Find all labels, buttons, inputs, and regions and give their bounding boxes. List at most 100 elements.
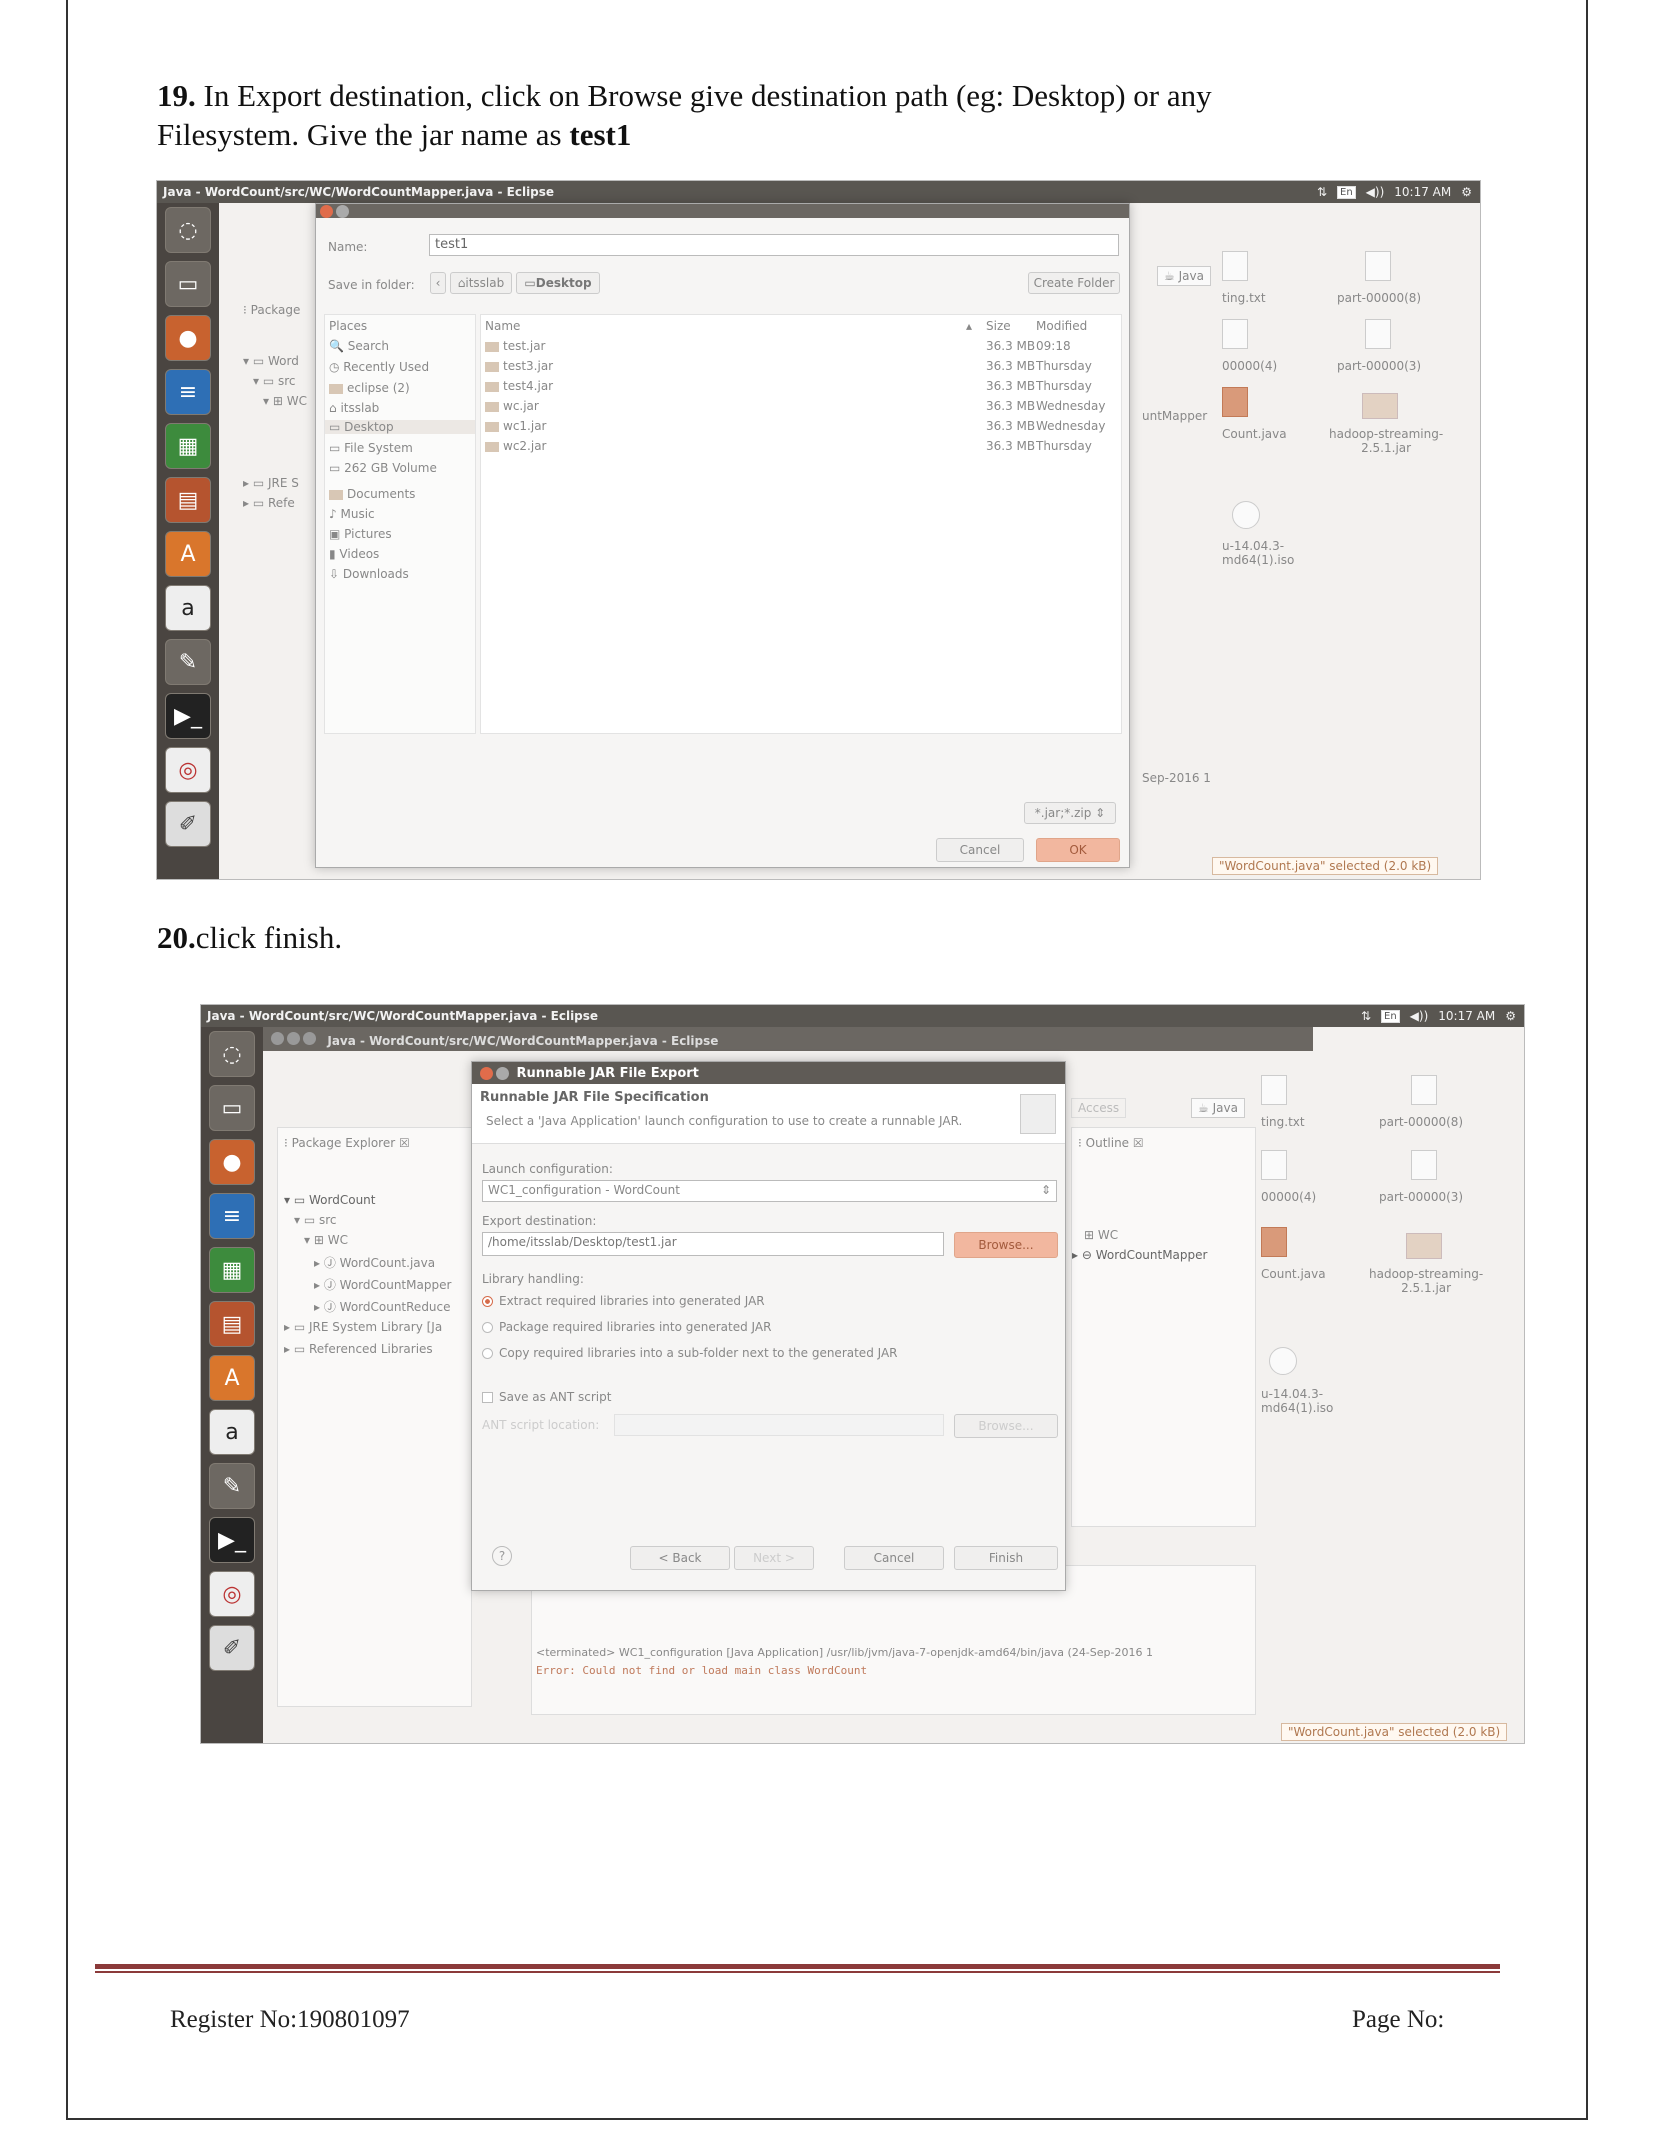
text-file-icon[interactable]: [1365, 319, 1391, 349]
option-extract[interactable]: Extract required libraries into generate…: [482, 1294, 765, 1308]
gear-icon[interactable]: ⚙: [1505, 1009, 1516, 1023]
maximize-icon[interactable]: [303, 1032, 316, 1045]
radio-selected[interactable]: [482, 1296, 493, 1307]
option-copy[interactable]: Copy required libraries into a sub-folde…: [482, 1346, 898, 1360]
desktop-file-count-java[interactable]: Count.java: [1222, 427, 1287, 441]
software-center-icon[interactable]: A: [165, 531, 211, 577]
radio[interactable]: [482, 1348, 493, 1359]
text-file-icon[interactable]: [1222, 251, 1248, 281]
place-eclipse[interactable]: eclipse (2): [329, 381, 410, 395]
ubuntu-logo-icon[interactable]: ◌: [165, 207, 211, 253]
terminal-icon[interactable]: ▶_: [165, 693, 211, 739]
outline-tab[interactable]: ⁝ Outline ☒: [1078, 1136, 1144, 1150]
outline-wc[interactable]: ⊞ WC: [1084, 1228, 1118, 1242]
place-filesystem[interactable]: ▭ File System: [329, 441, 413, 455]
help-icon[interactable]: ?: [492, 1546, 512, 1566]
tree-file[interactable]: ▸ Ⓙ WordCountMapper: [314, 1276, 451, 1293]
tree-ref[interactable]: ▸ ▭ Referenced Libraries: [284, 1342, 433, 1356]
desktop-file-hadoop[interactable]: hadoop-streaming- 2.5.1.jar: [1329, 427, 1443, 455]
text-file-icon[interactable]: [1222, 319, 1248, 349]
file-row[interactable]: wc1.jar: [485, 419, 546, 433]
java-file-icon[interactable]: [1261, 1227, 1287, 1257]
files-icon[interactable]: ▭: [209, 1085, 255, 1131]
java-file-icon[interactable]: [1222, 387, 1248, 417]
firefox-icon[interactable]: ●: [165, 315, 211, 361]
settings-icon[interactable]: ✎: [209, 1463, 255, 1509]
editor-icon[interactable]: ✐: [209, 1625, 255, 1671]
ok-button[interactable]: OK: [1036, 838, 1120, 862]
radio[interactable]: [482, 1322, 493, 1333]
close-icon[interactable]: [271, 1032, 284, 1045]
volume-icon[interactable]: ◀)): [1366, 185, 1385, 199]
jar-file-icon[interactable]: [1362, 393, 1398, 419]
place-itsslab[interactable]: ⌂ itsslab: [329, 401, 379, 415]
settings-icon[interactable]: ✎: [165, 639, 211, 685]
column-modified[interactable]: Modified: [1036, 319, 1087, 333]
filter-select[interactable]: *.jar;*.zip ⇕: [1024, 802, 1116, 824]
text-file-icon[interactable]: [1261, 1150, 1287, 1180]
writer-icon[interactable]: ≡: [165, 369, 211, 415]
impress-icon[interactable]: ▤: [209, 1301, 255, 1347]
keyboard-indicator[interactable]: En: [1337, 185, 1356, 199]
browse-button[interactable]: Browse...: [954, 1232, 1058, 1258]
ant-location-input[interactable]: [614, 1414, 944, 1436]
file-row[interactable]: test4.jar: [485, 379, 553, 393]
disc-image-icon[interactable]: [1269, 1347, 1297, 1375]
desktop-file-ting[interactable]: ting.txt: [1261, 1115, 1305, 1129]
save-ant-checkbox[interactable]: Save as ANT script: [482, 1390, 611, 1404]
ant-browse-button[interactable]: Browse...: [954, 1414, 1058, 1438]
editor-icon[interactable]: ✐: [165, 801, 211, 847]
impress-icon[interactable]: ▤: [165, 477, 211, 523]
place-music[interactable]: ♪ Music: [329, 507, 375, 521]
place-recent[interactable]: ◷ Recently Used: [329, 360, 429, 374]
place-downloads[interactable]: ⇩ Downloads: [329, 567, 409, 581]
network-icon[interactable]: ⇅: [1361, 1009, 1371, 1023]
text-file-icon[interactable]: [1411, 1075, 1437, 1105]
disc-image-icon[interactable]: [1232, 501, 1260, 529]
cancel-button[interactable]: Cancel: [844, 1546, 944, 1570]
desktop-file-ting[interactable]: ting.txt: [1222, 291, 1266, 305]
close-icon[interactable]: [320, 205, 333, 218]
checkbox[interactable]: [482, 1392, 493, 1403]
desktop-file-part8[interactable]: part-00000(8): [1379, 1115, 1463, 1129]
finish-button[interactable]: Finish: [954, 1546, 1058, 1570]
firefox-icon[interactable]: ●: [209, 1139, 255, 1185]
place-volume[interactable]: ▭ 262 GB Volume: [329, 461, 437, 475]
java-perspective-button[interactable]: ☕ Java: [1157, 266, 1211, 286]
amazon-icon[interactable]: a: [209, 1409, 255, 1455]
create-folder-button[interactable]: Create Folder: [1028, 272, 1120, 294]
option-package[interactable]: Package required libraries into generate…: [482, 1320, 771, 1334]
file-row[interactable]: test3.jar: [485, 359, 553, 373]
desktop-file-count-java[interactable]: Count.java: [1261, 1267, 1326, 1281]
quick-access[interactable]: Access: [1071, 1098, 1127, 1118]
close-icon[interactable]: [480, 1066, 493, 1080]
software-center-icon[interactable]: A: [209, 1355, 255, 1401]
keyboard-indicator[interactable]: En: [1381, 1009, 1400, 1023]
tree-wordcount[interactable]: ▾ ▭ WordCount: [284, 1193, 375, 1207]
tree-src[interactable]: ▾ ▭ src: [294, 1213, 337, 1227]
desktop-file-part4[interactable]: 00000(4): [1222, 359, 1277, 373]
back-button[interactable]: < Back: [630, 1546, 730, 1570]
amazon-icon[interactable]: a: [165, 585, 211, 631]
tree-wc[interactable]: ▾ ⊞ WC: [304, 1233, 348, 1247]
jar-file-icon[interactable]: [1406, 1233, 1442, 1259]
gear-icon[interactable]: ⚙: [1461, 185, 1472, 199]
package-explorer-tab[interactable]: ⁝ Package Explorer ☒: [284, 1136, 410, 1150]
java-perspective-button[interactable]: ☕ Java: [1191, 1098, 1245, 1118]
eclipse-icon[interactable]: ◎: [209, 1571, 255, 1617]
column-name[interactable]: Name: [485, 319, 520, 333]
tree-file[interactable]: ▸ Ⓙ WordCountReduce: [314, 1298, 451, 1315]
crumb-desktop[interactable]: ▭ Desktop: [516, 272, 600, 294]
desktop-file-iso[interactable]: u-14.04.3- md64(1).iso: [1261, 1387, 1333, 1415]
file-row[interactable]: wc2.jar: [485, 439, 546, 453]
crumb-itsslab[interactable]: ⌂ itsslab: [450, 272, 512, 294]
package-tab[interactable]: ⁝ Package: [243, 303, 300, 317]
ubuntu-logo-icon[interactable]: ◌: [209, 1031, 255, 1077]
writer-icon[interactable]: ≡: [209, 1193, 255, 1239]
next-button[interactable]: Next >: [734, 1546, 814, 1570]
calc-icon[interactable]: ▦: [165, 423, 211, 469]
desktop-file-iso[interactable]: u-14.04.3- md64(1).iso: [1222, 539, 1294, 567]
place-desktop[interactable]: ▭ Desktop: [325, 420, 475, 434]
network-icon[interactable]: ⇅: [1317, 185, 1327, 199]
calc-icon[interactable]: ▦: [209, 1247, 255, 1293]
